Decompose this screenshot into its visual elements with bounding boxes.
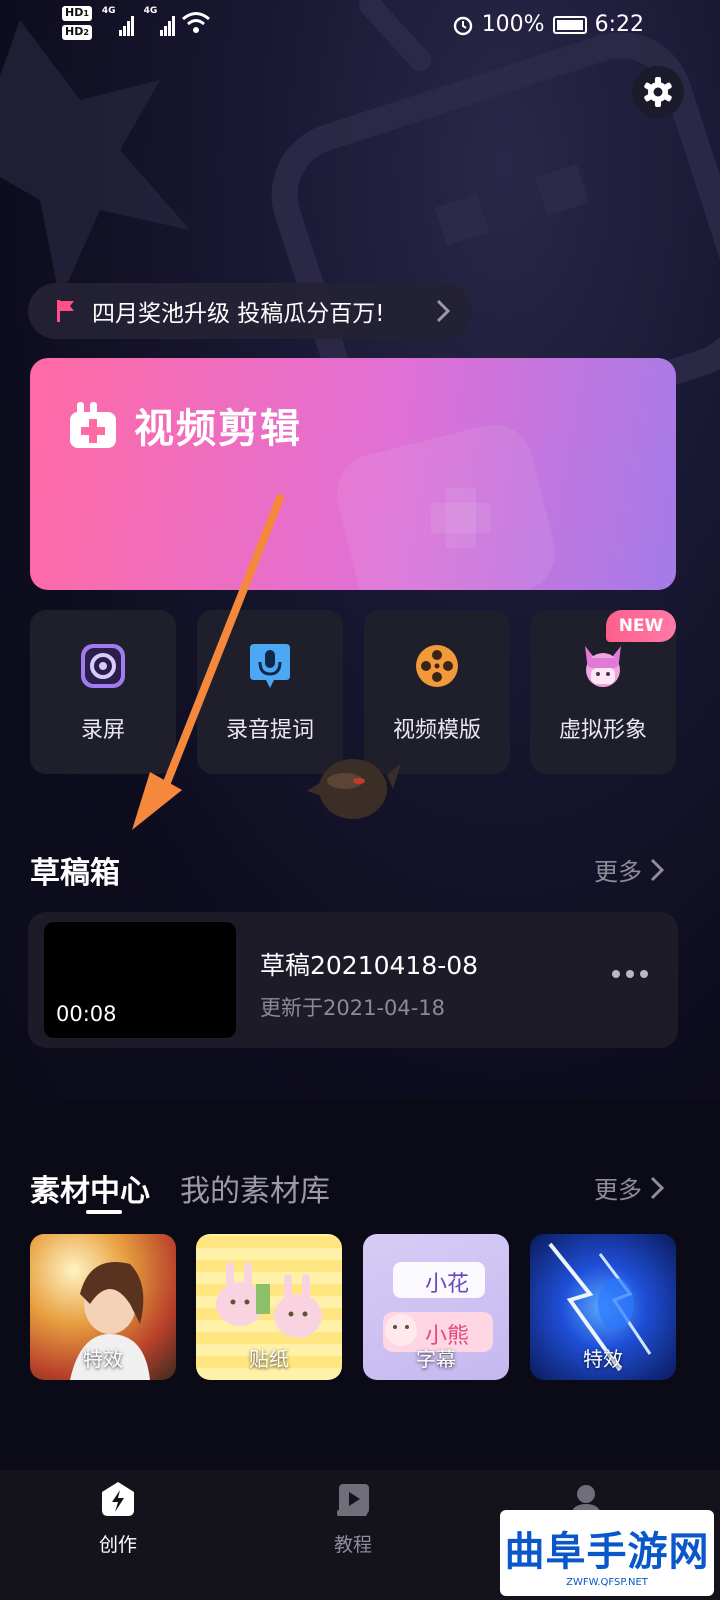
screen-record-icon <box>81 644 125 688</box>
tab-material-center[interactable]: 素材中心 <box>30 1166 150 1210</box>
signal-icon-2: 4G <box>144 6 176 36</box>
sticker-text-flower: 小花 <box>425 1272 470 1297</box>
chevron-right-icon <box>650 1176 664 1199</box>
draft-duration: 00:08 <box>56 1002 117 1026</box>
film-reel-icon <box>416 645 458 687</box>
watermark-text: 曲阜手游网 <box>504 1527 710 1575</box>
tool-label: 录屏 <box>80 718 125 743</box>
signal-icon-1: 4G <box>102 6 134 36</box>
alarm-icon <box>453 16 472 35</box>
more-label: 更多 <box>594 858 642 886</box>
wifi-icon <box>182 12 211 33</box>
lightning-icon <box>102 1482 134 1516</box>
video-edit-card[interactable]: 视频剪辑 <box>30 358 676 590</box>
draft-more-button[interactable] <box>612 970 648 978</box>
status-bar-right: 100% 6:22 <box>452 12 644 37</box>
material-item-subtitle[interactable]: 小花 小熊 字幕 <box>363 1234 509 1380</box>
hd-indicator-2: HD2 <box>62 25 92 40</box>
tool-label: 虚拟形象 <box>558 718 647 743</box>
chevron-right-icon <box>436 299 450 323</box>
draft-item[interactable]: 00:08 草稿20210418-08 更新于2021-04-18 <box>28 912 678 1048</box>
tab-my-material-library[interactable]: 我的素材库 <box>180 1166 330 1210</box>
materials-more-link[interactable]: 更多 <box>594 1170 664 1205</box>
draft-thumbnail: 00:08 <box>44 922 236 1038</box>
nav-item-tutorial[interactable]: 教程 <box>293 1480 413 1557</box>
tool-label: 视频模版 <box>392 718 481 743</box>
material-item-effect-2[interactable]: 特效 <box>530 1234 676 1380</box>
watermark-url: ZWFW.QFSP.NET <box>566 1576 648 1588</box>
material-item-sticker[interactable]: 贴纸 <box>196 1234 342 1380</box>
material-label: 特效 <box>583 1347 623 1371</box>
draft-updated-date: 更新于2021-04-18 <box>260 996 446 1020</box>
settings-button[interactable] <box>632 66 684 118</box>
card-decoration <box>336 424 556 590</box>
battery-icon <box>552 15 587 34</box>
battery-percent: 100% <box>481 12 545 37</box>
status-bar: HD1 HD2 4G 4G 100% 6:22 <box>0 0 720 56</box>
material-item-effect-1[interactable]: 特效 <box>30 1234 176 1380</box>
more-label: 更多 <box>594 1176 642 1204</box>
material-label: 贴纸 <box>249 1347 289 1371</box>
microphone-icon <box>250 644 290 688</box>
clock: 6:22 <box>594 12 644 37</box>
drafts-more-link[interactable]: 更多 <box>594 852 664 887</box>
new-badge: NEW <box>606 610 676 642</box>
hd-indicator-1: HD1 <box>62 6 92 21</box>
drafts-title: 草稿箱 <box>30 856 120 891</box>
mascot-decoration <box>307 759 401 819</box>
play-book-icon <box>337 1484 369 1516</box>
nav-item-create[interactable]: 创作 <box>58 1480 178 1557</box>
nav-label: 创作 <box>98 1534 137 1556</box>
gear-icon <box>644 77 672 107</box>
avatar-icon <box>585 646 621 687</box>
tab-underline <box>86 1210 122 1214</box>
site-watermark: 曲阜手游网 ZWFW.QFSP.NET <box>500 1510 714 1596</box>
chevron-right-icon <box>650 858 664 881</box>
status-bar-left: HD1 HD2 4G 4G <box>62 6 211 40</box>
video-edit-title: 视频剪辑 <box>134 406 302 452</box>
promo-banner-text: 四月奖池升级 投稿瓜分百万! <box>92 301 385 327</box>
video-add-icon <box>70 402 116 448</box>
tool-label: 录音提词 <box>225 718 314 743</box>
tool-screen-record[interactable]: 录屏 <box>30 610 176 774</box>
draft-name: 草稿20210418-08 <box>260 951 479 980</box>
nav-label: 教程 <box>333 1534 372 1556</box>
flag-icon <box>57 300 74 322</box>
material-label: 特效 <box>83 1347 123 1371</box>
material-label: 字幕 <box>416 1347 456 1371</box>
promo-banner[interactable]: 四月奖池升级 投稿瓜分百万! <box>28 283 472 339</box>
